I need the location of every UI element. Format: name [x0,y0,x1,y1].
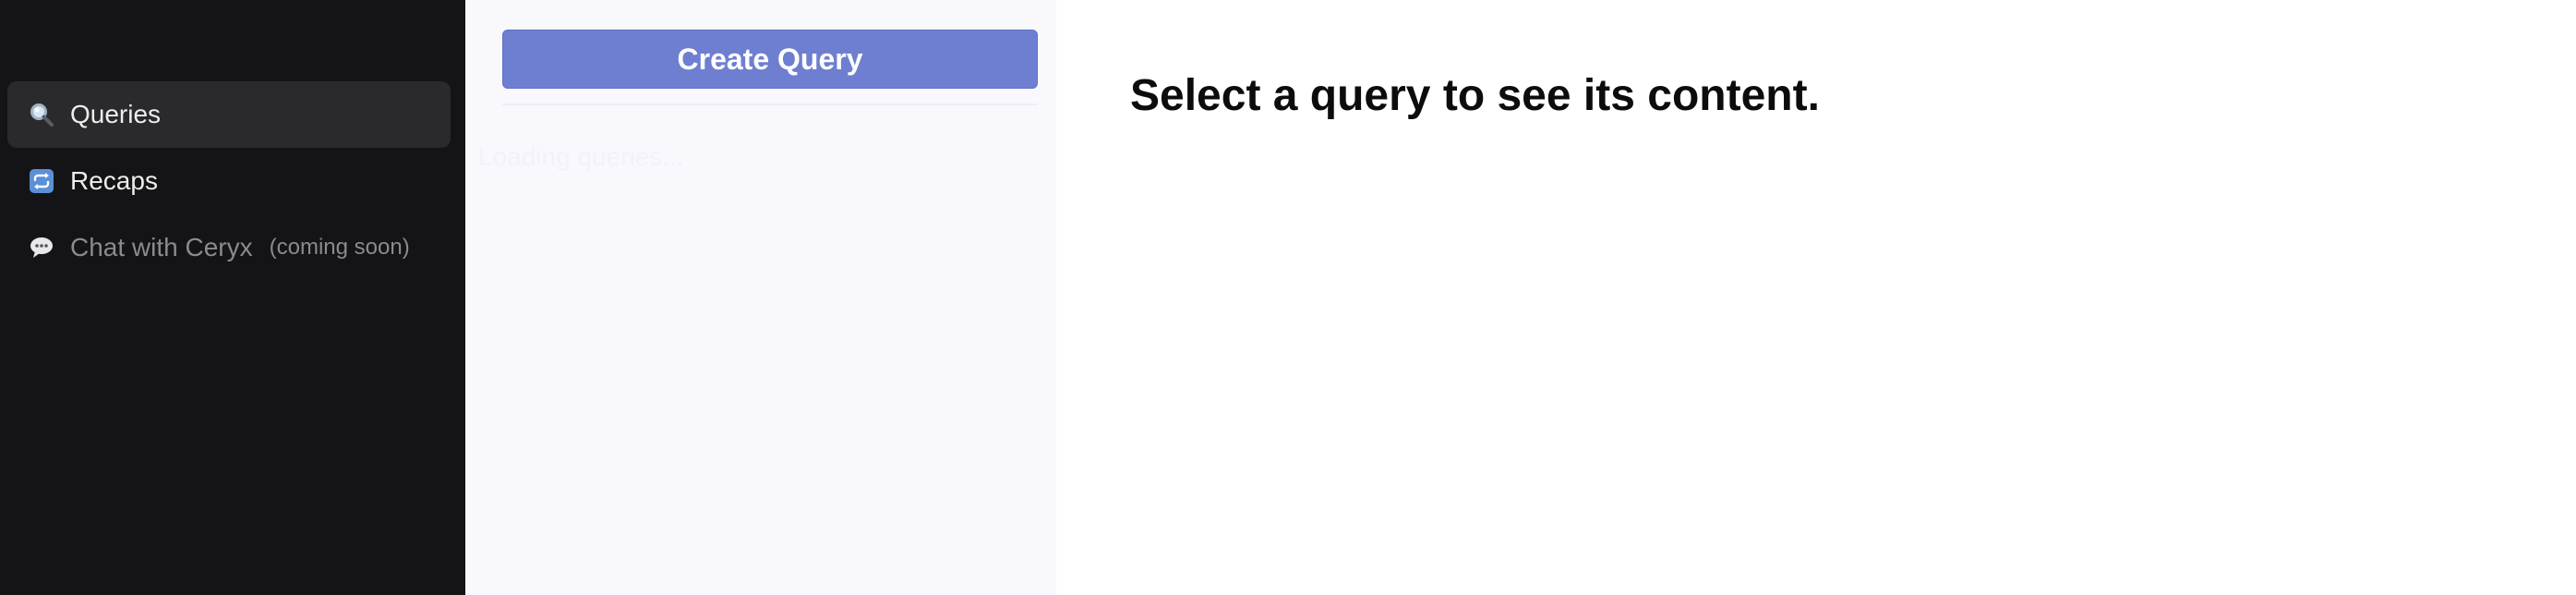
main-content: Select a query to see its content. [1056,0,2576,595]
sidebar-item-label: Chat with Ceryx [70,233,253,261]
sidebar-item-label: Queries [70,100,162,128]
magnifier-icon [28,101,55,128]
speech-bubble-icon [28,234,55,261]
page-title: Select a query to see its content. [1130,71,1820,120]
sidebar-item-chat[interactable]: Chat with Ceryx (coming soon) [7,214,451,281]
repeat-icon [28,167,55,195]
sidebar: Queries Recaps Chat with Ceryx (coming s… [0,0,465,595]
panel-divider [502,103,1038,105]
sidebar-item-label: Recaps [70,166,158,195]
create-query-button[interactable]: Create Query [502,30,1038,89]
sidebar-item-queries[interactable]: Queries [7,81,451,148]
sidebar-item-recaps[interactable]: Recaps [7,148,451,214]
loading-queries-text: Loading queries... [478,142,684,171]
coming-soon-note: (coming soon) [269,235,410,260]
queries-panel: Create Query Loading queries... [465,0,1056,595]
app-window: Queries Recaps Chat with Ceryx (coming s… [0,0,2576,595]
